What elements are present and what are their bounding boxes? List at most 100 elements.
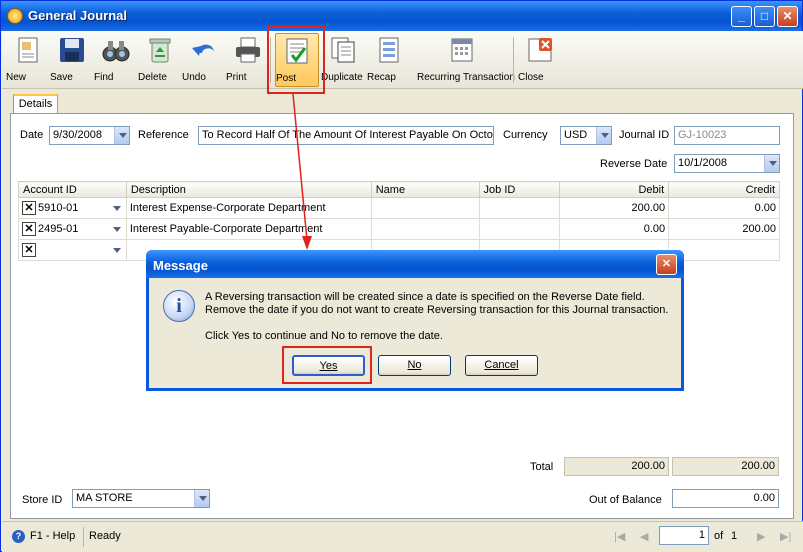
debit-cell[interactable]: 0.00 bbox=[559, 218, 670, 240]
name-cell[interactable] bbox=[370, 197, 480, 219]
store-id-label: Store ID bbox=[22, 494, 63, 506]
duplicate-button[interactable]: Duplicate bbox=[321, 33, 365, 87]
credit-cell[interactable] bbox=[668, 239, 780, 261]
col-debit[interactable]: Debit bbox=[559, 181, 670, 198]
reverse-date-dropdown[interactable] bbox=[764, 155, 779, 172]
first-page-icon[interactable]: |◀ bbox=[614, 530, 625, 543]
delete-row-icon[interactable]: ✕ bbox=[22, 201, 36, 215]
out-of-balance-field: 0.00 bbox=[672, 489, 779, 508]
dialog-title[interactable]: Message bbox=[146, 250, 684, 278]
currency-select[interactable]: USD bbox=[560, 126, 612, 145]
printer-icon bbox=[236, 37, 260, 63]
help-hint[interactable]: F1 - Help bbox=[30, 530, 75, 542]
store-dropdown[interactable] bbox=[194, 490, 209, 507]
close-form-icon bbox=[528, 38, 552, 62]
col-credit[interactable]: Credit bbox=[668, 181, 780, 198]
delete-row-icon[interactable]: ✕ bbox=[22, 243, 36, 257]
debit-cell[interactable]: 200.00 bbox=[559, 197, 670, 219]
binoculars-icon bbox=[102, 41, 130, 62]
col-job-id[interactable]: Job ID bbox=[478, 181, 561, 198]
floppy-disk-icon bbox=[60, 38, 84, 62]
total-debit: 200.00 bbox=[564, 457, 669, 476]
col-description[interactable]: Description bbox=[125, 181, 372, 198]
delete-button[interactable]: Delete bbox=[138, 33, 182, 87]
page-of-label: of bbox=[714, 530, 724, 542]
date-dropdown[interactable] bbox=[114, 127, 129, 144]
app-icon bbox=[7, 8, 23, 24]
account-cell[interactable]: ✕ 2495-01 bbox=[18, 218, 127, 240]
dialog-close-button[interactable]: ✕ bbox=[656, 254, 677, 275]
account-dropdown-icon[interactable] bbox=[111, 222, 123, 236]
save-button[interactable]: Save bbox=[50, 33, 94, 87]
title-bar[interactable]: General Journal _ □ ✕ bbox=[1, 1, 802, 31]
post-highlight-box bbox=[267, 26, 325, 94]
out-of-balance-label: Out of Balance bbox=[589, 494, 662, 506]
dialog-message-line3: Click Yes to continue and No to remove t… bbox=[205, 330, 443, 342]
reference-label: Reference bbox=[138, 129, 189, 141]
recap-icon bbox=[379, 37, 399, 63]
currency-dropdown[interactable] bbox=[596, 127, 611, 144]
account-dropdown-icon[interactable] bbox=[111, 201, 123, 215]
no-button[interactable]: No bbox=[378, 355, 451, 376]
job-cell[interactable] bbox=[478, 197, 561, 219]
duplicate-icon bbox=[331, 37, 355, 63]
table-row[interactable]: ✕ 5910-01 Interest Expense-Corporate Depa… bbox=[18, 197, 780, 219]
credit-cell[interactable]: 0.00 bbox=[668, 197, 780, 219]
cancel-button[interactable]: Cancel bbox=[465, 355, 538, 376]
total-label: Total bbox=[530, 461, 554, 473]
description-cell[interactable]: Interest Expense-Corporate Department bbox=[125, 197, 372, 219]
undo-button[interactable]: Undo bbox=[182, 33, 226, 87]
help-icon[interactable]: ? bbox=[12, 530, 25, 543]
journal-grid: Account ID Description Name Job ID Debit… bbox=[18, 181, 780, 261]
prev-page-icon[interactable]: ◀ bbox=[640, 530, 648, 543]
col-name[interactable]: Name bbox=[370, 181, 480, 198]
undo-arrow-icon bbox=[192, 44, 214, 56]
reverse-date-label: Reverse Date bbox=[600, 158, 668, 170]
account-cell[interactable]: ✕ bbox=[18, 239, 127, 261]
close-window-button[interactable]: ✕ bbox=[777, 6, 798, 27]
total-credit: 200.00 bbox=[672, 457, 779, 476]
maximize-button[interactable]: □ bbox=[754, 6, 775, 27]
new-button[interactable]: New bbox=[6, 33, 50, 87]
account-cell[interactable]: ✕ 5910-01 bbox=[18, 197, 127, 219]
dialog-message-line1: A Reversing transaction will be created … bbox=[205, 291, 645, 303]
status-divider bbox=[83, 527, 84, 547]
name-cell[interactable] bbox=[370, 218, 480, 240]
reverse-date-field[interactable]: 10/1/2008 bbox=[674, 154, 780, 173]
yes-highlight-box bbox=[282, 346, 372, 384]
message-dialog: Message ✕ i A Reversing transaction will… bbox=[146, 250, 684, 391]
page-number-input[interactable]: 1 bbox=[659, 526, 709, 545]
new-document-icon bbox=[18, 37, 38, 63]
col-account-id[interactable]: Account ID bbox=[18, 181, 127, 198]
journal-id-label: Journal ID bbox=[619, 129, 670, 141]
store-id-select[interactable]: MA STORE bbox=[72, 489, 210, 508]
find-button[interactable]: Find bbox=[94, 33, 138, 87]
toolbar: New Save Find Delete Undo Print Post Dup… bbox=[2, 31, 803, 89]
account-dropdown-icon[interactable] bbox=[111, 243, 123, 257]
recurring-transaction-button[interactable]: Recurring Transaction bbox=[417, 33, 515, 87]
status-bar: ? F1 - Help Ready |◀ ◀ 1 of 1 ▶ ▶| bbox=[2, 521, 803, 552]
date-label: Date bbox=[20, 129, 44, 141]
delete-row-icon[interactable]: ✕ bbox=[22, 222, 36, 236]
reference-field[interactable]: To Record Half Of The Amount Of Interest… bbox=[198, 126, 494, 145]
recap-button[interactable]: Recap bbox=[367, 33, 411, 87]
minimize-button[interactable]: _ bbox=[731, 6, 752, 27]
recurring-calendar-icon bbox=[451, 38, 473, 62]
description-cell[interactable]: Interest Payable-Corporate Department bbox=[125, 218, 372, 240]
tab-details[interactable]: Details bbox=[13, 94, 58, 114]
journal-id-field: GJ-10023 bbox=[674, 126, 780, 145]
date-field[interactable]: 9/30/2008 bbox=[49, 126, 130, 145]
dialog-message-line2: Remove the date if you do not want to cr… bbox=[205, 304, 669, 316]
information-icon: i bbox=[163, 290, 195, 322]
grid-header-row: Account ID Description Name Job ID Debit… bbox=[18, 181, 780, 198]
page-count: 1 bbox=[731, 530, 738, 542]
next-page-icon[interactable]: ▶ bbox=[757, 530, 765, 543]
job-cell[interactable] bbox=[478, 218, 561, 240]
table-row[interactable]: ✕ 2495-01 Interest Payable-Corporate Depa… bbox=[18, 218, 780, 240]
close-button[interactable]: Close bbox=[518, 33, 562, 87]
last-page-icon[interactable]: ▶| bbox=[780, 530, 791, 543]
credit-cell[interactable]: 200.00 bbox=[668, 218, 780, 240]
currency-label: Currency bbox=[503, 129, 548, 141]
print-button[interactable]: Print bbox=[226, 33, 270, 87]
window-title: General Journal bbox=[28, 8, 127, 23]
